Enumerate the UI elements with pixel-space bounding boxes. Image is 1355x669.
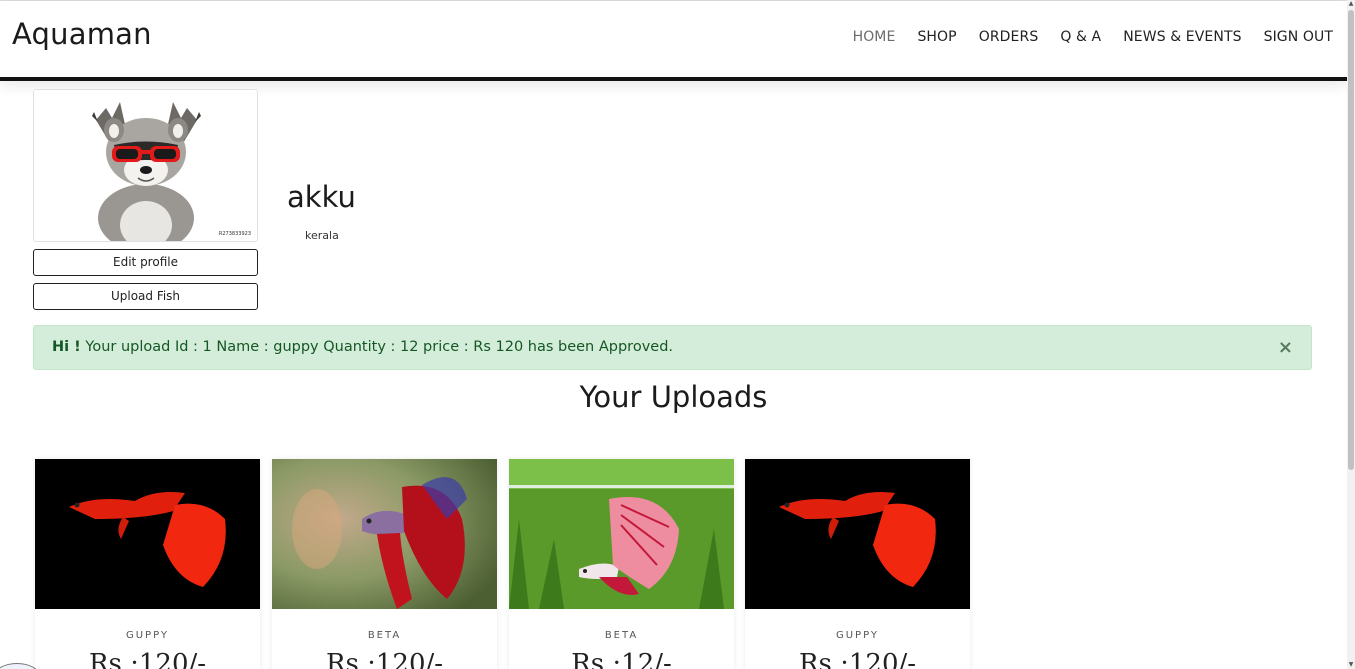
image-watermark-code: R273833923 <box>218 231 251 237</box>
profile-location: kerala <box>305 229 339 242</box>
betta-fish-image <box>272 459 497 609</box>
close-icon[interactable]: × <box>1278 326 1293 369</box>
nav-shop[interactable]: SHOP <box>917 29 956 45</box>
scroll-down-arrow-icon[interactable]: ▼ <box>1347 661 1355 669</box>
card-price: Rs.:120/- <box>798 649 917 669</box>
raccoon-image <box>34 90 257 241</box>
nav-orders[interactable]: ORDERS <box>979 29 1039 45</box>
card-category: BETA <box>367 630 402 641</box>
card-category: GUPPY <box>125 630 170 641</box>
alert-greeting: Hi ! <box>52 339 81 355</box>
card-price: Rs.:12/- <box>571 649 672 669</box>
upload-fish-button[interactable]: Upload Fish <box>33 283 258 310</box>
nav-news-events[interactable]: NEWS & EVENTS <box>1123 29 1241 45</box>
card-category: BETA <box>604 630 639 641</box>
nav-qa[interactable]: Q & A <box>1060 29 1101 45</box>
nav-sign-out[interactable]: SIGN OUT <box>1264 29 1333 45</box>
card-category: GUPPY <box>835 630 880 641</box>
upload-card[interactable]: BETA Rs.:12/- <box>509 459 734 669</box>
approval-alert: Hi ! Your upload Id : 1 Name : guppy Qua… <box>33 325 1312 370</box>
edit-profile-button[interactable]: Edit profile <box>33 249 258 276</box>
floating-widget[interactable] <box>0 663 40 669</box>
card-price: Rs.:120/- <box>325 649 444 669</box>
upload-card[interactable]: GUPPY Rs.:120/- <box>35 459 260 669</box>
card-price: Rs.:120/- <box>88 649 207 669</box>
profile-avatar: R273833923 <box>33 89 258 242</box>
uploads-heading: Your Uploads <box>579 380 768 414</box>
alert-message: Your upload Id : 1 Name : guppy Quantity… <box>85 339 674 355</box>
nav-menu: HOME SHOP ORDERS Q & A NEWS & EVENTS SIG… <box>831 29 1333 45</box>
betta-fish-aquarium-image <box>509 459 734 609</box>
scrollbar-thumb[interactable] <box>1348 10 1354 470</box>
guppy-fish-image <box>35 459 260 609</box>
upload-card[interactable]: BETA Rs.:120/- <box>272 459 497 669</box>
profile-username: akku <box>287 180 356 214</box>
navbar: Aquaman HOME SHOP ORDERS Q & A NEWS & EV… <box>0 1 1347 81</box>
scroll-up-arrow-icon[interactable]: ▲ <box>1347 0 1355 8</box>
upload-card[interactable]: GUPPY Rs.:120/- <box>745 459 970 669</box>
guppy-fish-image <box>745 459 970 609</box>
page-scrollbar[interactable]: ▲ ▼ <box>1347 0 1355 669</box>
nav-home[interactable]: HOME <box>853 29 896 45</box>
brand-logo[interactable]: Aquaman <box>12 17 152 51</box>
